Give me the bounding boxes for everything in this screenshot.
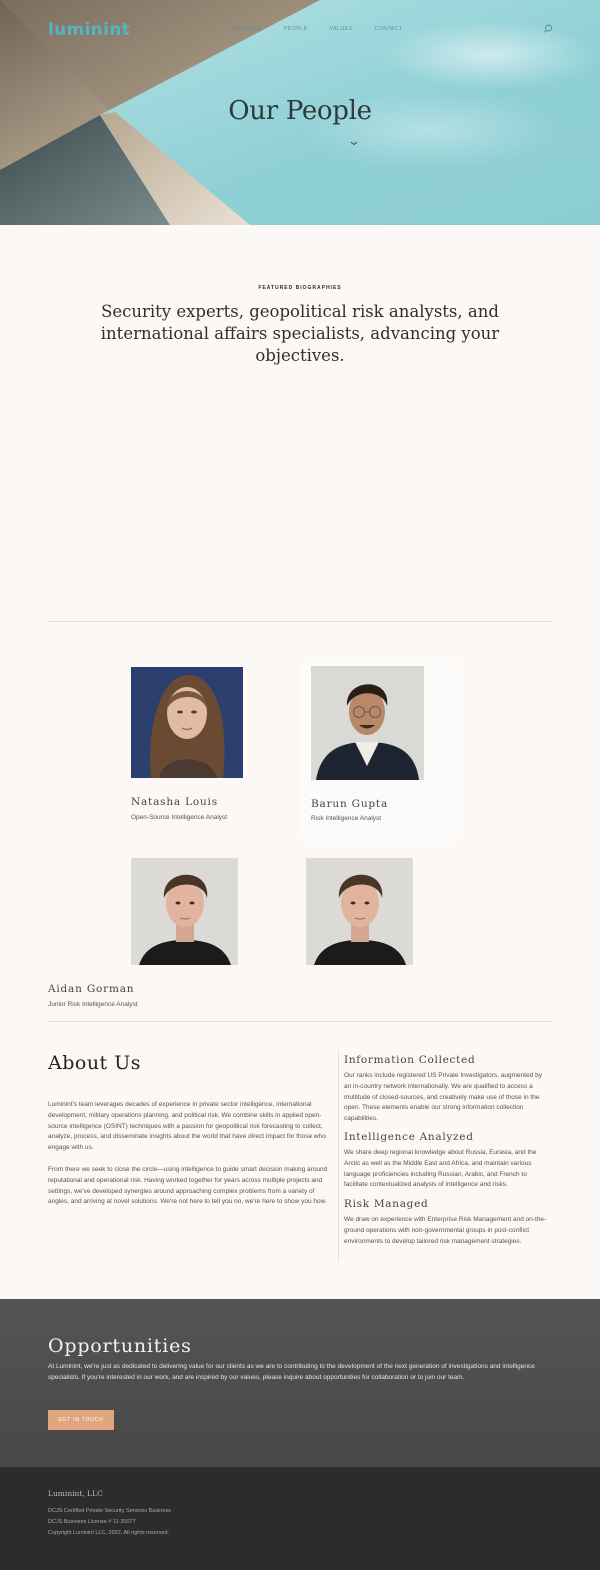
nav-item-people[interactable]: People: [284, 26, 308, 32]
section-heading: Risk Managed: [344, 1198, 429, 1210]
brand-logo[interactable]: luminint: [48, 20, 130, 40]
footer-line: Copyright Luminint LLC, 2022. All rights…: [48, 1530, 170, 1536]
footer-line: DCJS Certified Private Security Services…: [48, 1508, 171, 1514]
section-text: We share deep regional knowledge about R…: [344, 1149, 537, 1189]
chevron-down-icon[interactable]: [349, 139, 359, 147]
person-role: Open-Source Intelligence Analyst: [131, 814, 228, 821]
section-heading: Intelligence Analyzed: [344, 1131, 474, 1143]
person-photo-aidan-duplicate[interactable]: [306, 858, 413, 965]
nav-item-services[interactable]: Services: [232, 26, 262, 32]
nav-item-values[interactable]: Values: [330, 26, 353, 32]
featured-lead: Security experts, geopolitical risk anal…: [100, 302, 500, 365]
about-paragraph: From there we seek to close the circle—u…: [48, 1166, 328, 1206]
person-photo-barun[interactable]: [311, 666, 424, 780]
divider: [48, 1021, 552, 1022]
opportunities-title: Opportunities: [48, 1335, 192, 1357]
main-nav: Services People Values Contact: [232, 26, 403, 32]
person-role: Junior Risk Intelligence Analyst: [48, 1001, 138, 1008]
person-role: Risk Intelligence Analyst: [311, 815, 382, 822]
page-title: Our People: [228, 96, 372, 126]
about-title: About Us: [48, 1052, 141, 1074]
footer-brand: Luminint, LLC: [48, 1489, 103, 1498]
footer-line: DCJS Business License # 11-20077: [48, 1519, 136, 1525]
hero-banner: luminint Services People Values Contact …: [0, 0, 600, 225]
person-photo-natasha[interactable]: [131, 667, 243, 778]
opportunities-text: At Luminint, we're just as dedicated to …: [48, 1363, 535, 1381]
person-photo-aidan[interactable]: [131, 858, 238, 965]
column-divider: [338, 1050, 339, 1262]
person-name[interactable]: Barun Gupta: [311, 798, 388, 810]
divider: [48, 621, 552, 622]
section-text: Our ranks include registered US Private …: [344, 1072, 542, 1123]
get-in-touch-button[interactable]: Get in touch: [48, 1410, 114, 1430]
section-text: We draw on experience with Enterprise Ri…: [344, 1216, 547, 1245]
about-paragraph: Luminint's team leverages decades of exp…: [48, 1101, 326, 1152]
person-name[interactable]: Aidan Gorman: [48, 983, 134, 995]
search-icon[interactable]: [543, 24, 553, 34]
person-name[interactable]: Natasha Louis: [131, 796, 218, 808]
section-heading: Information Collected: [344, 1054, 476, 1066]
section-eyebrow: FEATURED BIOGRAPHIES: [258, 285, 342, 291]
nav-item-contact[interactable]: Contact: [375, 26, 403, 32]
